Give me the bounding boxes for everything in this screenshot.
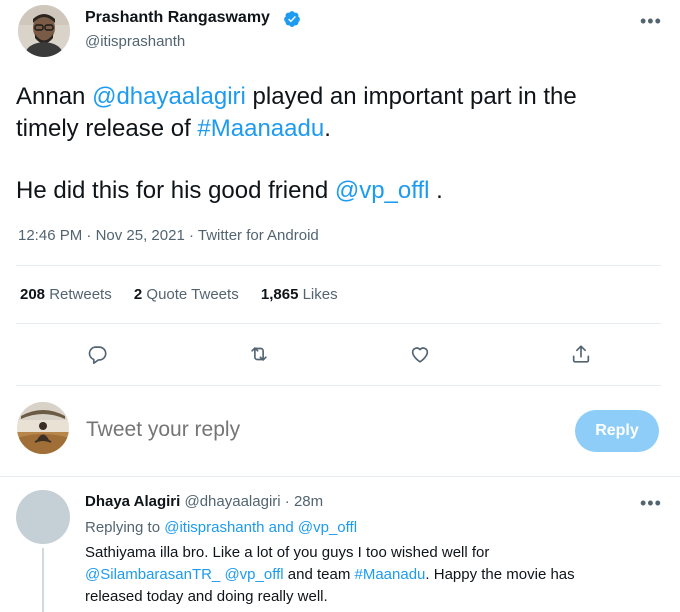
reply-age[interactable]: 28m — [294, 493, 323, 510]
current-user-avatar[interactable] — [17, 402, 69, 454]
replying-and: and — [264, 519, 298, 536]
author-avatar[interactable] — [18, 5, 70, 57]
hashtag-link[interactable]: #Maanaadu — [197, 115, 324, 142]
reply-more-options-icon[interactable]: ••• — [640, 493, 662, 514]
text-segment: . — [324, 115, 331, 142]
divider — [16, 385, 661, 386]
separator: · — [82, 227, 96, 244]
hashtag-link[interactable]: #Maanadu — [355, 566, 426, 583]
replying-label: Replying to — [85, 519, 165, 536]
quotes-count: 2 — [133, 286, 143, 303]
quotes-label: Quote Tweets — [142, 286, 239, 303]
reply-author-avatar[interactable] — [16, 490, 70, 544]
tweet-text-line: Annan @dhayaalagiri played an important … — [16, 82, 577, 112]
mention-link[interactable]: @vp_offl — [224, 566, 283, 583]
reply-text-line: Sathiyama illa bro. Like a lot of you gu… — [85, 544, 490, 561]
divider — [16, 265, 661, 266]
tweet-date[interactable]: Nov 25, 2021 — [96, 227, 185, 244]
tweet-time[interactable]: 12:46 PM — [18, 227, 82, 244]
quote-tweets-stat[interactable]: 2 Quote Tweets — [134, 286, 239, 303]
text-segment: . Happy the movie has — [425, 566, 575, 583]
text-segment: . — [429, 177, 443, 204]
divider — [16, 323, 661, 324]
separator: · — [184, 227, 198, 244]
mention-link[interactable]: @vp_offl — [298, 519, 357, 536]
retweets-count: 208 — [20, 286, 46, 303]
mention-link[interactable]: @SilambarasanTR_ — [85, 566, 220, 583]
reply-icon[interactable] — [84, 341, 110, 367]
tweet-text-line: timely release of #Maanaadu. — [16, 114, 331, 144]
reply-text-line: released today and doing really well. — [85, 588, 328, 605]
text-segment: timely release of — [16, 115, 198, 142]
reply-button[interactable]: Reply — [575, 410, 659, 452]
reply-header: Dhaya Alagiri @dhayaalagiri · 28m — [85, 493, 323, 510]
mention-link[interactable]: @itisprashanth — [164, 519, 264, 536]
mention-link[interactable]: @vp_offl — [335, 177, 430, 204]
likes-label: Likes — [298, 286, 338, 303]
thread-line — [42, 548, 44, 612]
text-segment: and team — [283, 566, 355, 583]
reply-input[interactable] — [86, 418, 546, 442]
retweets-label: Retweets — [45, 286, 112, 303]
verified-badge-icon — [284, 11, 300, 27]
text-segment: He did this for his good friend — [16, 177, 335, 204]
share-icon[interactable] — [568, 341, 594, 367]
divider — [0, 476, 680, 477]
likes-count: 1,865 — [260, 286, 299, 303]
text-segment: Annan — [16, 83, 93, 110]
like-icon[interactable] — [407, 341, 433, 367]
mention-link[interactable]: @dhayaalagiri — [92, 83, 246, 110]
tweet-meta: 12:46 PM · Nov 25, 2021 · Twitter for An… — [18, 227, 319, 244]
likes-stat[interactable]: 1,865 Likes — [261, 286, 338, 303]
tweet-source[interactable]: Twitter for Android — [198, 227, 319, 244]
separator: · — [280, 493, 294, 510]
retweet-icon[interactable] — [246, 341, 272, 367]
reply-author-name[interactable]: Dhaya Alagiri — [85, 493, 180, 510]
tweet-text-line: He did this for his good friend @vp_offl… — [16, 176, 443, 206]
reply-author-handle[interactable]: @dhayaalagiri — [184, 493, 280, 510]
author-name[interactable]: Prashanth Rangaswamy — [85, 9, 270, 27]
retweets-stat[interactable]: 208 Retweets — [20, 286, 112, 303]
reply-text-line: @SilambarasanTR_ @vp_offl and team #Maan… — [85, 564, 575, 586]
replying-to: Replying to @itisprashanth and @vp_offl — [85, 519, 357, 536]
engagement-stats: 208 Retweets 2 Quote Tweets 1,865 Likes — [20, 286, 356, 303]
text-segment: played an important part in the — [245, 83, 577, 110]
author-handle[interactable]: @itisprashanth — [85, 33, 185, 50]
more-options-icon[interactable]: ••• — [640, 11, 662, 32]
